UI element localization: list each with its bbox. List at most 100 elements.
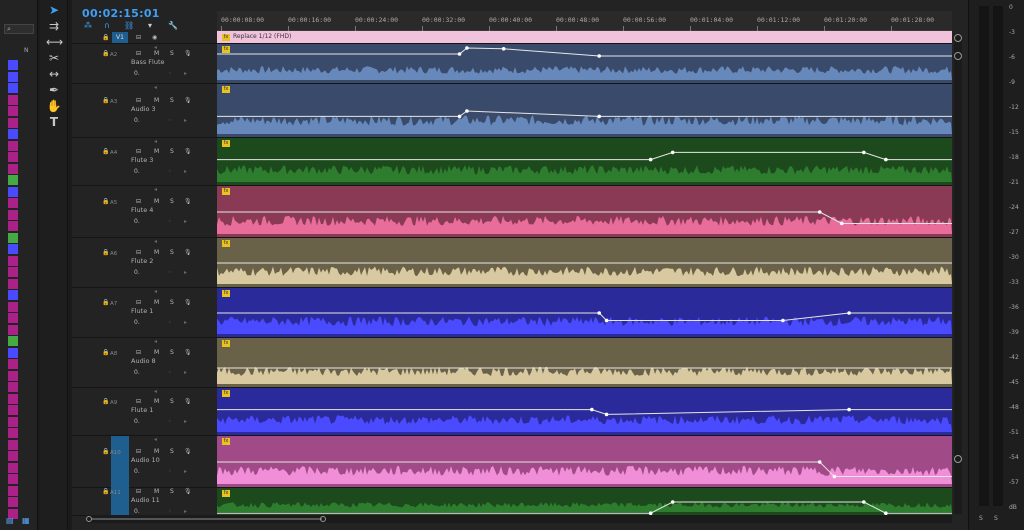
track-target-v1[interactable]: V1 (112, 32, 128, 43)
hscroll-end-handle[interactable] (320, 516, 326, 522)
clip-color-swatch[interactable] (8, 290, 18, 300)
solo-button[interactable]: S (170, 198, 174, 205)
sync-lock-icon[interactable]: ⊟ (136, 148, 141, 155)
volume-keyframe[interactable] (465, 46, 469, 50)
icon-view-icon[interactable]: ▦ (22, 516, 30, 525)
audio-clip[interactable]: fx (217, 488, 952, 516)
solo-button[interactable]: S (170, 249, 174, 256)
prev-keyframe-icon[interactable]: ◂ (154, 186, 157, 193)
add-keyframe-icon[interactable]: ◦ (168, 418, 172, 425)
solo-button[interactable]: S (170, 97, 174, 104)
volume-keyframe[interactable] (597, 54, 601, 58)
audio-clip[interactable]: fx (217, 84, 952, 138)
solo-right-button[interactable]: S (994, 515, 998, 522)
mute-button[interactable]: M (154, 198, 159, 205)
clip-color-swatch[interactable] (8, 129, 18, 139)
prev-keyframe-icon[interactable]: ◂ (154, 138, 157, 145)
volume-keyframe[interactable] (590, 407, 594, 412)
search-input[interactable]: ⌕ (4, 24, 34, 34)
next-keyframe-icon[interactable]: ▸ (184, 418, 187, 425)
slip-tool-icon[interactable]: ↔ (46, 66, 62, 82)
volume-keyframe[interactable] (604, 412, 609, 417)
voiceover-mic-icon[interactable]: 🎙 (184, 97, 192, 104)
clip-color-swatch[interactable] (8, 451, 18, 461)
solo-button[interactable]: S (170, 349, 174, 356)
track-name[interactable]: Flute 1 (131, 406, 153, 414)
track-select-tool-icon[interactable]: ⇉ (46, 18, 62, 34)
prev-keyframe-icon[interactable]: ◂ (154, 488, 157, 495)
clip-color-swatch[interactable] (8, 313, 18, 323)
lock-icon[interactable]: 🔒 (102, 299, 109, 306)
volume-keyframe[interactable] (648, 157, 653, 162)
prev-keyframe-icon[interactable]: ◂ (154, 388, 157, 395)
clip-color-swatch[interactable] (8, 382, 18, 392)
audio-clip[interactable]: fx (217, 288, 952, 338)
lock-icon[interactable]: 🔒 (102, 34, 109, 41)
track-target-highlight[interactable] (111, 436, 129, 488)
prev-keyframe-icon[interactable]: ◂ (154, 338, 157, 345)
audio-clip[interactable]: fx (217, 138, 952, 186)
next-keyframe-icon[interactable]: ▸ (184, 319, 187, 326)
volume-keyframe[interactable] (670, 150, 675, 155)
ripple-edit-tool-icon[interactable]: ⟷ (46, 34, 63, 50)
sync-lock-icon[interactable]: ⊟ (136, 97, 141, 104)
lock-icon[interactable]: 🔒 (102, 97, 109, 104)
voiceover-mic-icon[interactable]: 🎙 (184, 299, 192, 306)
volume-keyframe[interactable] (832, 474, 837, 479)
hand-tool-icon[interactable]: ✋ (46, 98, 62, 114)
clip-color-swatch[interactable] (8, 267, 18, 277)
track-volume-value[interactable]: 0. (134, 168, 140, 175)
lock-icon[interactable]: 🔒 (102, 448, 109, 455)
sync-lock-icon[interactable]: ⊟ (136, 488, 141, 495)
clip-color-swatch[interactable] (8, 94, 18, 105)
clip-color-swatch[interactable] (8, 428, 18, 438)
mute-button[interactable]: M (154, 249, 159, 256)
audio-clip[interactable]: fx (217, 186, 952, 238)
audio-clip[interactable]: fx (217, 436, 952, 488)
mute-button[interactable]: M (154, 299, 159, 306)
clip-color-swatch[interactable] (8, 324, 18, 335)
track-name[interactable]: Flute 4 (131, 206, 153, 214)
settings-wrench-icon[interactable]: 🔧 (168, 21, 178, 30)
snap-icon[interactable]: ∩ (104, 21, 110, 30)
sync-lock-icon[interactable]: ⊟ (136, 198, 141, 205)
mute-button[interactable]: M (154, 97, 159, 104)
add-keyframe-icon[interactable]: ◦ (168, 117, 172, 124)
clip-color-swatch[interactable] (8, 152, 18, 162)
volume-keyframe[interactable] (847, 407, 851, 412)
track-volume-value[interactable]: 0. (134, 70, 140, 77)
volume-keyframe[interactable] (597, 114, 601, 119)
linked-selection-icon[interactable]: ⛓ (124, 21, 134, 30)
prev-keyframe-icon[interactable]: ◂ (154, 288, 157, 295)
next-keyframe-icon[interactable]: ▸ (184, 369, 187, 376)
clip-color-swatch[interactable] (8, 416, 18, 427)
voiceover-mic-icon[interactable]: 🎙 (184, 198, 192, 205)
clip-color-swatch[interactable] (8, 71, 18, 82)
clip-color-swatch[interactable] (8, 244, 18, 254)
sync-lock-icon[interactable]: ⊟ (136, 299, 141, 306)
track-volume-value[interactable]: 0. (134, 468, 140, 475)
track-volume-value[interactable]: 0. (134, 218, 140, 225)
next-keyframe-icon[interactable]: ▸ (184, 468, 187, 475)
volume-rubber-band[interactable] (217, 151, 952, 161)
solo-button[interactable]: S (170, 148, 174, 155)
next-keyframe-icon[interactable]: ▸ (184, 218, 187, 225)
clip-color-swatch[interactable] (8, 209, 18, 220)
add-keyframe-icon[interactable]: ◦ (168, 168, 172, 175)
volume-keyframe[interactable] (847, 311, 851, 315)
audio-clip[interactable]: fx (217, 338, 952, 388)
add-keyframe-icon[interactable]: ◦ (168, 468, 172, 475)
clip-color-swatch[interactable] (8, 255, 18, 266)
clip-color-swatch[interactable] (8, 83, 18, 93)
volume-rubber-band[interactable] (217, 409, 952, 415)
clip-color-swatch[interactable] (8, 347, 18, 358)
next-keyframe-icon[interactable]: ▸ (184, 168, 187, 175)
volume-keyframe[interactable] (862, 150, 866, 155)
lock-icon[interactable]: 🔒 (102, 148, 109, 155)
clip-color-swatch[interactable] (8, 106, 18, 116)
sync-lock-icon[interactable]: ⊟ (136, 398, 141, 405)
mute-button[interactable]: M (154, 398, 159, 405)
volume-rubber-band[interactable] (217, 47, 952, 57)
clip-color-swatch[interactable] (8, 405, 18, 415)
prev-keyframe-icon[interactable]: ◂ (154, 84, 157, 91)
